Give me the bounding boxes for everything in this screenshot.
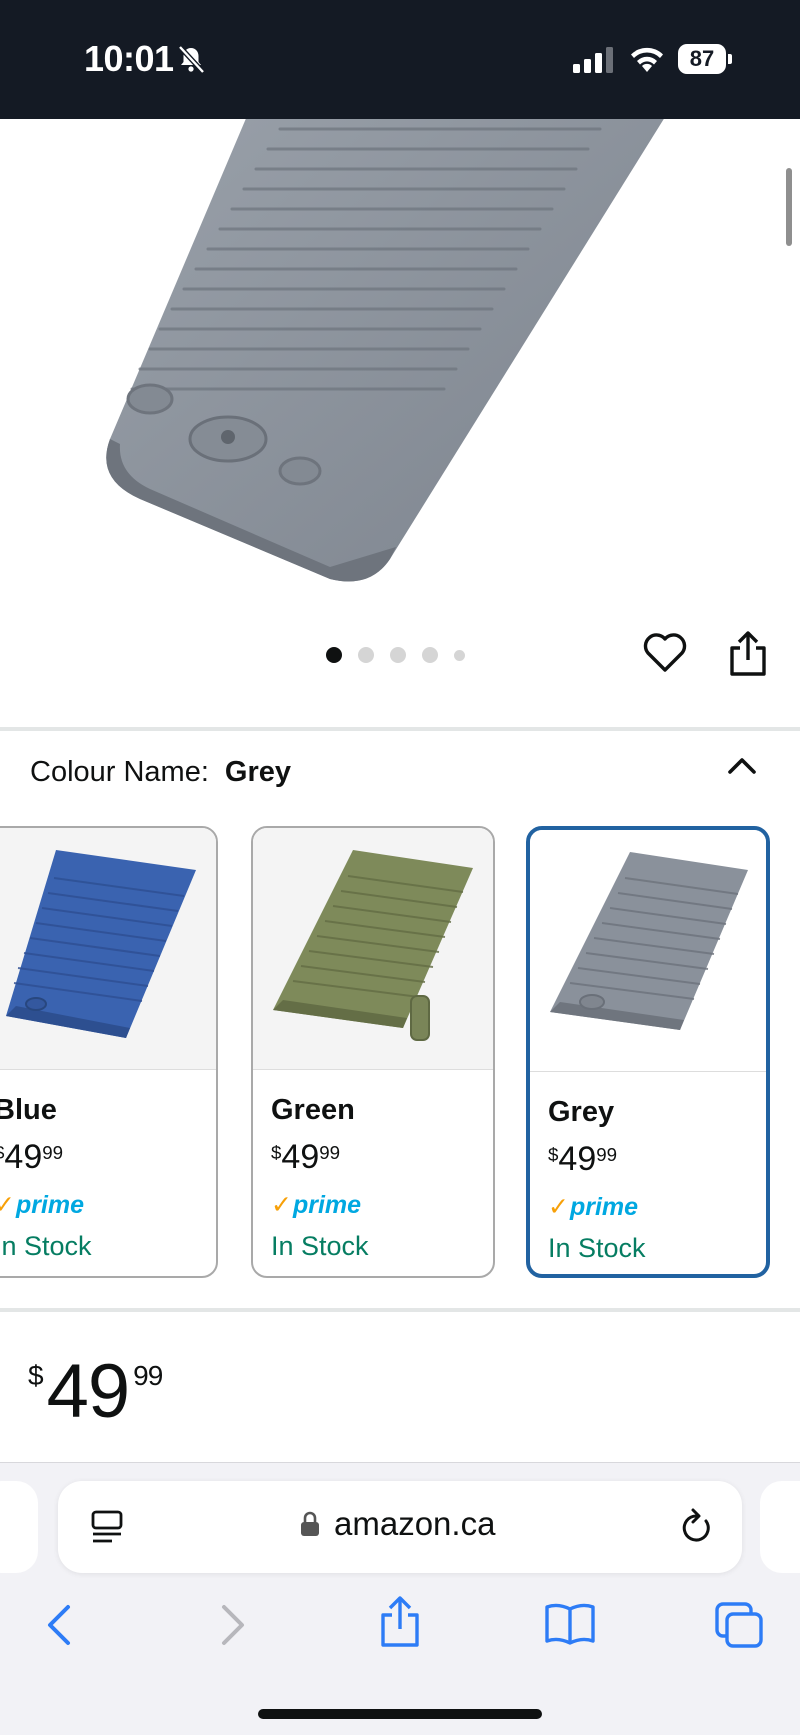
prime-check-icon: ✓ xyxy=(271,1191,292,1219)
prime-check-icon: ✓ xyxy=(548,1193,569,1221)
divider xyxy=(0,727,800,731)
url-text[interactable]: amazon.ca xyxy=(334,1505,495,1543)
swatch-name: Grey xyxy=(548,1096,615,1128)
scroll-indicator[interactable] xyxy=(786,168,792,246)
swatch-grey[interactable]: Grey $4999 ✓prime In Stock xyxy=(526,826,770,1278)
chevron-up-icon[interactable] xyxy=(726,752,758,778)
cellular-signal-icon xyxy=(573,47,613,73)
swatch-mattress-image xyxy=(273,850,473,1041)
prime-badge: ✓prime xyxy=(0,1190,84,1220)
battery-indicator: 87 xyxy=(678,44,732,74)
colour-label: Colour Name: Grey xyxy=(30,756,291,789)
swatch-price: $4999 xyxy=(0,1138,63,1177)
air-mattress-image xyxy=(106,119,664,582)
stock-status: In Stock xyxy=(0,1231,92,1261)
price-currency: $ xyxy=(28,1360,44,1391)
colour-label-text: Colour Name: xyxy=(30,756,209,788)
battery-level: 87 xyxy=(678,44,726,74)
home-indicator[interactable] xyxy=(258,1709,542,1719)
price-whole: 49 xyxy=(4,1138,43,1176)
swatch-image xyxy=(253,828,493,1070)
swatch-name: Green xyxy=(271,1094,355,1126)
tabs-icon[interactable] xyxy=(714,1601,764,1649)
price-currency: $ xyxy=(0,1142,4,1163)
lock-icon xyxy=(301,1511,319,1536)
swatch-mattress-image xyxy=(550,852,748,1030)
prime-check-icon: ✓ xyxy=(0,1191,15,1219)
price-currency: $ xyxy=(271,1142,282,1163)
carousel-dot[interactable] xyxy=(422,647,438,663)
status-time: 10:01 xyxy=(84,38,174,79)
carousel-dots[interactable] xyxy=(326,647,465,663)
product-image[interactable] xyxy=(0,119,800,619)
share-icon[interactable] xyxy=(726,630,770,678)
prime-label: prime xyxy=(569,1193,639,1221)
prime-badge: ✓prime xyxy=(548,1192,638,1222)
carousel-dot[interactable] xyxy=(390,647,406,663)
battery-tip xyxy=(728,54,732,64)
carousel-dot[interactable] xyxy=(326,647,342,663)
swatch-price: $4999 xyxy=(548,1140,617,1179)
swatch-image xyxy=(0,828,216,1070)
main-price: $49 99 xyxy=(28,1348,163,1435)
price-whole: 49 xyxy=(281,1138,320,1176)
next-tab-preview[interactable] xyxy=(760,1481,800,1573)
bookmarks-icon[interactable] xyxy=(544,1601,596,1647)
swatch-mattress-image xyxy=(6,850,196,1038)
previous-tab-preview[interactable] xyxy=(0,1481,38,1573)
prime-label: prime xyxy=(292,1191,362,1219)
colour-selected-value: Grey xyxy=(224,756,292,788)
divider xyxy=(0,1308,800,1312)
carousel-dot[interactable] xyxy=(358,647,374,663)
stock-status: In Stock xyxy=(548,1233,646,1263)
prime-label: prime xyxy=(15,1191,85,1219)
heart-icon[interactable] xyxy=(642,632,688,674)
price-currency: $ xyxy=(548,1144,559,1165)
stock-status: In Stock xyxy=(271,1231,369,1261)
reader-mode-icon[interactable] xyxy=(90,1509,124,1545)
swatch-image xyxy=(530,830,766,1072)
share-icon[interactable] xyxy=(378,1595,422,1649)
price-fraction: 99 xyxy=(319,1142,341,1163)
carousel-dot[interactable] xyxy=(454,649,465,661)
price-fraction: 99 xyxy=(133,1360,163,1391)
price-fraction: 99 xyxy=(596,1144,618,1165)
prime-badge: ✓prime xyxy=(271,1190,361,1220)
swatch-price: $4999 xyxy=(271,1138,340,1177)
swatch-blue[interactable]: Blue $4999 ✓prime In Stock xyxy=(0,826,218,1278)
swatch-green[interactable]: Green $4999 ✓prime In Stock xyxy=(251,826,495,1278)
bell-slash-icon xyxy=(178,45,205,74)
swatch-name: Blue xyxy=(0,1094,57,1126)
browser-toolbar: amazon.ca xyxy=(0,1462,800,1735)
status-bar: 10:01 87 xyxy=(0,0,800,119)
forward-icon[interactable] xyxy=(218,1601,248,1649)
address-bar[interactable]: amazon.ca xyxy=(58,1481,742,1573)
price-fraction: 99 xyxy=(42,1142,64,1163)
price-whole: 49 xyxy=(558,1140,597,1178)
price-whole: 49 xyxy=(46,1349,131,1434)
reload-icon[interactable] xyxy=(678,1507,714,1545)
wifi-icon xyxy=(631,47,663,72)
back-icon[interactable] xyxy=(44,1601,74,1649)
